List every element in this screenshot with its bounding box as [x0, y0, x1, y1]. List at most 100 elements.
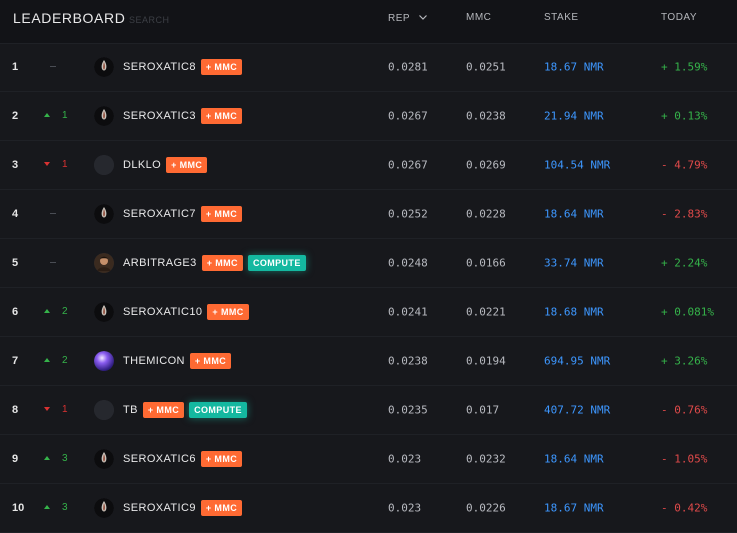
rep-value: 0.0241	[388, 305, 428, 319]
rank: 4	[12, 208, 19, 220]
compute-badge: COMPUTE	[247, 255, 306, 271]
mmc-value: 0.0194	[466, 354, 506, 368]
model-name-link[interactable]: THEMICON	[123, 355, 185, 367]
today-change-value: + 3.26%	[661, 354, 708, 368]
mmc-badge: + MMC	[200, 59, 243, 75]
compute-badge: COMPUTE	[189, 402, 247, 418]
table-row[interactable]: 5 ARBITRAGE3 + MMC COMPUTE 0.0248 0.0166…	[0, 239, 737, 288]
rank: 3	[12, 159, 19, 171]
chevron-down-icon[interactable]	[419, 12, 428, 23]
rank: 1	[12, 61, 19, 73]
stake-value: 18.64 NMR	[544, 207, 604, 221]
model-name-cell: TB + MMC COMPUTE	[123, 402, 247, 418]
rep-value: 0.023	[388, 501, 422, 515]
flame-avatar[interactable]	[94, 498, 114, 518]
rank-change	[44, 257, 84, 269]
flame-avatar[interactable]	[94, 106, 114, 126]
column-header-rep-label: REP	[388, 13, 410, 24]
rep-value: 0.0281	[388, 60, 428, 74]
rank-change: 2	[44, 355, 84, 367]
rank-change-value: 3	[62, 453, 68, 464]
table-row[interactable]: 2 1 SEROXATIC3 + MMC 0.0267 0.0238 21.94…	[0, 92, 737, 141]
rank: 9	[12, 453, 19, 465]
table-row[interactable]: 7 2 THEMICON + MMC 0.0238 0.0194 694.95 …	[0, 337, 737, 386]
model-name-link[interactable]: SEROXATIC10	[123, 306, 202, 318]
flame-avatar[interactable]	[94, 204, 114, 224]
model-name-link[interactable]: TB	[123, 404, 138, 416]
model-name-link[interactable]: SEROXATIC8	[123, 61, 196, 73]
rep-value: 0.0252	[388, 207, 428, 221]
flame-avatar[interactable]	[94, 449, 114, 469]
flame-avatar[interactable]	[94, 302, 114, 322]
today-change-value: - 4.79%	[661, 158, 708, 172]
rank-up-icon	[44, 505, 50, 509]
today-change-value: - 0.42%	[661, 501, 708, 515]
mmc-value: 0.0238	[466, 109, 506, 123]
stake-value: 18.68 NMR	[544, 305, 604, 319]
rank-down-icon	[44, 407, 50, 411]
rep-value: 0.0248	[388, 256, 428, 270]
table-row[interactable]: 9 3 SEROXATIC6 + MMC 0.023 0.0232 18.64 …	[0, 435, 737, 484]
stake-value: 18.67 NMR	[544, 60, 604, 74]
blank-avatar[interactable]	[94, 155, 114, 175]
mmc-badge: + MMC	[166, 157, 208, 173]
rank: 7	[12, 355, 19, 367]
blank-avatar[interactable]	[94, 400, 114, 420]
stake-value: 694.95 NMR	[544, 354, 611, 368]
model-name-link[interactable]: ARBITRAGE3	[123, 257, 197, 269]
column-header-mmc[interactable]: MMC	[466, 12, 491, 23]
table-row[interactable]: 6 2 SEROXATIC10 + MMC 0.0241 0.0221 18.6…	[0, 288, 737, 337]
mmc-value: 0.0166	[466, 256, 506, 270]
rank: 2	[12, 110, 19, 122]
table-row[interactable]: 1 SEROXATIC8 + MMC 0.0281 0.0251 18.67 N…	[0, 43, 737, 92]
rep-value: 0.0235	[388, 403, 428, 417]
mmc-value: 0.0228	[466, 207, 506, 221]
table-row[interactable]: 8 1 TB + MMC COMPUTE 0.0235 0.017 407.72…	[0, 386, 737, 435]
page-title: LEADERBOARD	[13, 10, 126, 26]
rank: 6	[12, 306, 19, 318]
model-name-cell: SEROXATIC3 + MMC	[123, 108, 243, 124]
table-row[interactable]: 3 1 DLKLO + MMC 0.0267 0.0269 104.54 NMR…	[0, 141, 737, 190]
column-header-today[interactable]: TODAY	[661, 12, 697, 23]
rank-change: 1	[44, 159, 84, 171]
column-header-stake[interactable]: STAKE	[544, 12, 579, 23]
rank-up-icon	[44, 358, 50, 362]
model-name-link[interactable]: SEROXATIC7	[123, 208, 196, 220]
model-name-link[interactable]: SEROXATIC6	[123, 453, 196, 465]
search-input[interactable]	[129, 13, 239, 27]
mmc-value: 0.0269	[466, 158, 506, 172]
mmc-badge: + MMC	[200, 108, 243, 124]
model-name-link[interactable]: SEROXATIC9	[123, 502, 196, 514]
model-name-cell: SEROXATIC6 + MMC	[123, 451, 243, 467]
table-row[interactable]: 4 SEROXATIC7 + MMC 0.0252 0.0228 18.64 N…	[0, 190, 737, 239]
model-name-cell: ARBITRAGE3 + MMC COMPUTE	[123, 255, 306, 271]
rank-change-value: 2	[62, 306, 68, 317]
rank-up-icon	[44, 456, 50, 460]
today-change-value: + 2.24%	[661, 256, 708, 270]
model-name-link[interactable]: DLKLO	[123, 159, 161, 171]
leaderboard-table: 1 SEROXATIC8 + MMC 0.0281 0.0251 18.67 N…	[0, 43, 737, 533]
mmc-badge: + MMC	[207, 304, 249, 320]
today-change-value: - 0.76%	[661, 403, 708, 417]
table-row[interactable]: 10 3 SEROXATIC9 + MMC 0.023 0.0226 18.67…	[0, 484, 737, 533]
mmc-badge: + MMC	[200, 206, 243, 222]
mmc-badge: + MMC	[200, 500, 243, 516]
no-change-icon	[50, 213, 56, 214]
rank-change-value: 3	[62, 502, 68, 513]
rank-change	[44, 208, 84, 220]
orb-avatar[interactable]	[94, 351, 114, 371]
leaderboard-header: LEADERBOARD REP MMC STAKE TODAY	[0, 0, 737, 44]
flame-avatar[interactable]	[94, 57, 114, 77]
rep-value: 0.0267	[388, 158, 428, 172]
rank-change-value: 1	[62, 404, 68, 415]
today-change-value: + 1.59%	[661, 60, 708, 74]
photo-avatar[interactable]	[94, 253, 114, 273]
model-name-link[interactable]: SEROXATIC3	[123, 110, 196, 122]
today-change-value: + 0.13%	[661, 109, 708, 123]
today-change-value: - 2.83%	[661, 207, 708, 221]
mmc-value: 0.017	[466, 403, 500, 417]
rank-change: 3	[44, 502, 84, 514]
no-change-icon	[50, 66, 56, 67]
column-header-rep[interactable]: REP	[388, 12, 428, 24]
rank-change-value: 1	[62, 110, 68, 121]
